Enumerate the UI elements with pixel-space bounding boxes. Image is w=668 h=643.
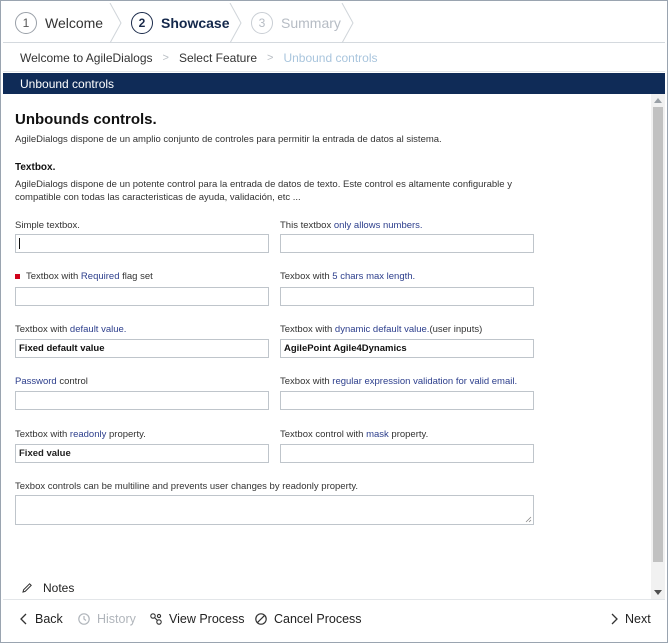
wizard-steps: 1 Welcome 2 Showcase 3 Summary	[3, 3, 665, 43]
next-button[interactable]: Next	[609, 612, 651, 626]
resize-grip-icon[interactable]	[525, 516, 532, 523]
back-label: Back	[35, 612, 63, 626]
breadcrumb-item[interactable]: Select Feature	[179, 51, 257, 65]
multiline-textbox-label: Texbox controls can be multiline and pre…	[15, 481, 359, 492]
dynamic-default-textbox-label: Textbox with dynamic default value.(user…	[280, 324, 483, 335]
step-separator-icon	[229, 3, 242, 43]
password-control-label: Password control	[15, 376, 88, 387]
readonly-textbox-label: Textbox with readonly property.	[15, 429, 146, 440]
cancel-process-button[interactable]: Cancel Process	[254, 612, 362, 626]
step-label: Welcome	[45, 15, 104, 31]
chevron-right-icon	[611, 613, 618, 625]
mask-textbox[interactable]	[280, 444, 534, 463]
step-summary: 3 Summary	[251, 3, 341, 43]
pencil-icon	[22, 583, 32, 593]
step-number: 3	[251, 12, 273, 34]
step-welcome[interactable]: 1 Welcome	[15, 3, 103, 43]
notes-label: Notes	[43, 581, 75, 595]
breadcrumb-separator: >	[162, 51, 169, 64]
step-label: Summary	[281, 15, 341, 31]
default-value-textbox[interactable]: Fixed default value	[15, 339, 269, 358]
mask-textbox-label: Textbox control with mask property.	[280, 429, 429, 440]
step-number: 1	[15, 12, 37, 34]
view-process-label: View Process	[169, 612, 245, 626]
scroll-up-arrow-icon[interactable]	[654, 98, 662, 103]
step-showcase[interactable]: 2 Showcase	[131, 3, 229, 43]
simple-textbox[interactable]	[15, 234, 269, 253]
breadcrumb-current: Unbound controls	[283, 50, 378, 65]
history-button: History	[77, 612, 136, 626]
regex-textbox-label: Texbox with regular expression validatio…	[280, 376, 518, 387]
email-field[interactable]	[280, 391, 534, 410]
password-field[interactable]	[15, 391, 269, 410]
required-textbox-label: Textbox with Required flag set	[15, 271, 153, 282]
simple-textbox-label: Simple textbox.	[15, 220, 80, 231]
form-title-bar: Unbound controls	[3, 73, 665, 94]
scroll-down-arrow-icon[interactable]	[654, 590, 662, 595]
wizard-footer: Back History View Process Cancel Process…	[3, 599, 665, 641]
section-title: Textbox.	[15, 162, 56, 173]
text-cursor	[19, 238, 20, 249]
default-textbox-label: Textbox with default value.	[15, 324, 127, 335]
section-description: AgileDialogs dispone de un potente contr…	[15, 179, 512, 203]
dynamic-default-textbox[interactable]: AgilePoint Agile4Dynamics	[280, 339, 534, 358]
form-content: Unbounds controls. AgileDialogs dispone …	[3, 94, 651, 597]
step-number: 2	[131, 12, 153, 34]
chevron-left-icon	[20, 613, 27, 625]
notes-toggle[interactable]: Notes	[21, 581, 74, 595]
page-title: Unbounds controls.	[15, 111, 157, 128]
maxlength-textbox[interactable]	[280, 287, 534, 306]
cancel-process-label: Cancel Process	[274, 612, 362, 626]
process-flow-icon	[150, 613, 162, 625]
readonly-textbox: Fixed value	[15, 444, 269, 463]
required-marker-icon	[15, 273, 20, 279]
multiline-textarea[interactable]	[15, 495, 534, 525]
cancel-icon	[255, 613, 267, 625]
view-process-button[interactable]: View Process	[149, 612, 245, 626]
back-button[interactable]: Back	[19, 612, 63, 626]
step-separator-icon	[341, 3, 354, 43]
history-label: History	[97, 612, 136, 626]
step-separator-icon	[109, 3, 122, 43]
maxlength-textbox-label: Texbox with 5 chars max length.	[280, 271, 416, 282]
app-frame: 1 Welcome 2 Showcase 3 Summary Welcome t…	[0, 0, 668, 643]
required-textbox[interactable]	[15, 287, 269, 306]
numbers-textbox-label: This textbox only allows numbers.	[280, 220, 423, 231]
vertical-scrollbar[interactable]	[651, 94, 665, 599]
breadcrumb: Welcome to AgileDialogs > Select Feature…	[3, 44, 665, 72]
numbers-textbox[interactable]	[280, 234, 534, 253]
breadcrumb-item[interactable]: Welcome to AgileDialogs	[20, 51, 153, 65]
history-icon	[78, 613, 90, 625]
intro-text: AgileDialogs dispone de un amplio conjun…	[15, 134, 442, 145]
step-label: Showcase	[161, 15, 230, 31]
next-label: Next	[625, 612, 651, 626]
scrollbar-thumb[interactable]	[653, 107, 663, 562]
breadcrumb-separator: >	[267, 51, 274, 64]
